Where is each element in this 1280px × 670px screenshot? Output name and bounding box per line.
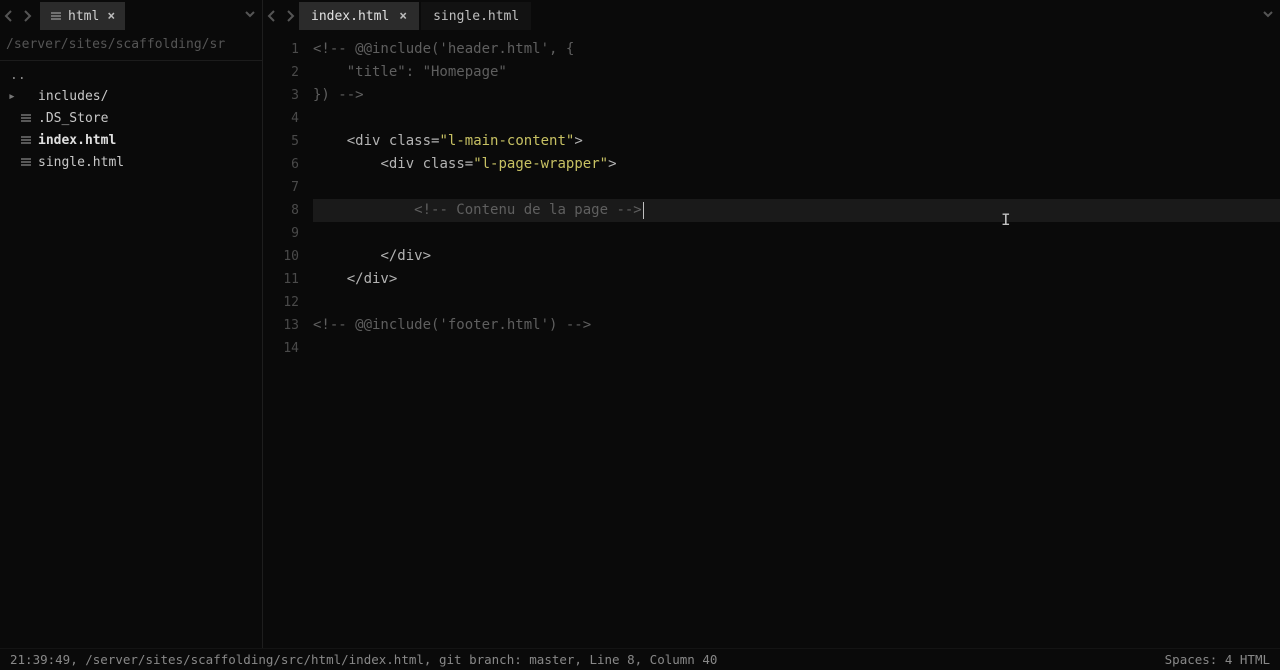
sidebar-pane: html × /server/sites/scaffolding/sr .. ▸…	[0, 0, 262, 648]
editor-tab[interactable]: index.html ×	[299, 2, 419, 30]
code-editor[interactable]: 1234567891011121314 I <!-- @@include('he…	[263, 32, 1280, 648]
history-forward-icon[interactable]	[283, 9, 297, 23]
line-gutter: 1234567891011121314	[263, 32, 307, 648]
line-number: 11	[263, 268, 299, 291]
sidebar-tab-label: html	[68, 9, 99, 24]
sidebar-tab[interactable]: html ×	[40, 2, 125, 30]
chevron-down-icon[interactable]	[244, 8, 258, 24]
tree-file-item[interactable]: index.html	[4, 129, 258, 151]
history-forward-icon[interactable]	[20, 9, 34, 23]
hamburger-icon	[50, 10, 62, 22]
line-number: 6	[263, 153, 299, 176]
line-number: 14	[263, 337, 299, 360]
editor-tab-label: index.html	[311, 9, 389, 24]
line-number: 13	[263, 314, 299, 337]
tree-item-label: includes/	[38, 89, 108, 104]
disclosure-triangle-icon: ▸	[8, 89, 20, 104]
code-line[interactable]: <div class="l-main-content">	[313, 130, 1280, 153]
code-line[interactable]: <!-- @@include('header.html', {	[313, 38, 1280, 61]
line-number: 9	[263, 222, 299, 245]
tree-folder-item[interactable]: ▸ includes/	[4, 85, 258, 107]
editor-pane: index.html×single.html 12345678910111213…	[262, 0, 1280, 648]
tree-item-label: .DS_Store	[38, 111, 108, 126]
status-right[interactable]: Spaces: 4 HTML	[1165, 652, 1270, 667]
chevron-down-icon[interactable]	[1262, 8, 1276, 24]
code-line[interactable]: <!-- Contenu de la page -->	[313, 199, 1280, 222]
code-line[interactable]	[313, 176, 1280, 199]
sidebar-tabbar: html ×	[0, 0, 262, 32]
code-line[interactable]	[313, 107, 1280, 130]
close-icon[interactable]: ×	[107, 9, 115, 24]
file-icon	[20, 156, 34, 168]
line-number: 10	[263, 245, 299, 268]
code-line[interactable]	[313, 291, 1280, 314]
tree-item-label: index.html	[38, 133, 116, 148]
editor-tab-label: single.html	[433, 9, 519, 24]
code-line[interactable]: </div>	[313, 245, 1280, 268]
status-left[interactable]: 21:39:49, /server/sites/scaffolding/src/…	[10, 652, 1153, 667]
line-number: 7	[263, 176, 299, 199]
code-area[interactable]: I <!-- @@include('header.html', { "title…	[307, 32, 1280, 648]
line-number: 4	[263, 107, 299, 130]
close-icon[interactable]: ×	[399, 9, 407, 24]
line-number: 2	[263, 61, 299, 84]
parent-dir-item[interactable]: ..	[4, 65, 258, 85]
code-line[interactable]: <div class="l-page-wrapper">	[313, 153, 1280, 176]
line-number: 3	[263, 84, 299, 107]
code-line[interactable]: </div>	[313, 268, 1280, 291]
line-number: 5	[263, 130, 299, 153]
tree-file-item[interactable]: .DS_Store	[4, 107, 258, 129]
tree-item-label: single.html	[38, 155, 124, 170]
code-line[interactable]	[313, 222, 1280, 245]
file-icon	[20, 112, 34, 124]
file-tree: .. ▸ includes/ .DS_Store index.html single.h…	[0, 61, 262, 177]
code-line[interactable]: <!-- @@include('footer.html') -->	[313, 314, 1280, 337]
line-number: 12	[263, 291, 299, 314]
caret-icon	[643, 202, 644, 219]
breadcrumb[interactable]: /server/sites/scaffolding/sr	[0, 32, 262, 58]
line-number: 1	[263, 38, 299, 61]
editor-tab[interactable]: single.html	[421, 2, 531, 30]
code-line[interactable]: "title": "Homepage"	[313, 61, 1280, 84]
history-back-icon[interactable]	[2, 9, 16, 23]
code-line[interactable]: }) -->	[313, 84, 1280, 107]
editor-tabbar: index.html × single.html	[263, 0, 1280, 32]
code-line[interactable]	[313, 337, 1280, 360]
status-bar: 21:39:49, /server/sites/scaffolding/src/…	[0, 648, 1280, 670]
line-number: 8	[263, 199, 299, 222]
file-icon	[20, 134, 34, 146]
history-back-icon[interactable]	[265, 9, 279, 23]
tree-file-item[interactable]: single.html	[4, 151, 258, 173]
